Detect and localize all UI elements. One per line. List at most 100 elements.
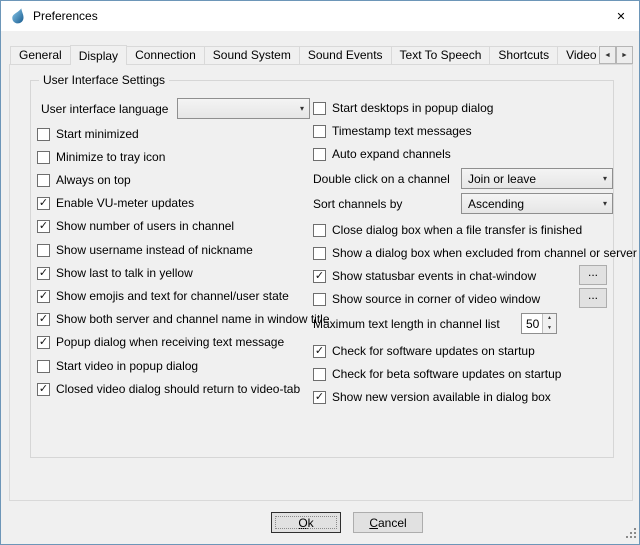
checkbox-box[interactable]: ✓ xyxy=(37,290,50,303)
checkbox-desktops-popup[interactable]: Start desktops in popup dialog xyxy=(313,100,493,116)
max-text-length-spinner[interactable]: 50 ▲ ▼ xyxy=(521,313,557,334)
spin-down-icon[interactable]: ▼ xyxy=(543,324,556,334)
combo-value: Ascending xyxy=(468,197,524,211)
chevron-down-icon: ▾ xyxy=(603,199,607,208)
checkbox-box[interactable] xyxy=(37,174,50,187)
checkbox-show-username[interactable]: Show username instead of nickname xyxy=(37,242,253,258)
resize-grip-icon[interactable] xyxy=(625,527,637,542)
tab-general[interactable]: General xyxy=(10,46,71,65)
ellipsis-icon: ... xyxy=(588,292,598,298)
checkbox-box[interactable]: ✓ xyxy=(313,391,326,404)
video-source-browse-button[interactable]: ... xyxy=(579,288,607,308)
language-select[interactable]: ▾ xyxy=(177,98,310,119)
checkbox-box[interactable] xyxy=(313,247,326,260)
language-label: User interface language xyxy=(41,102,168,116)
checkbox-video-return-tab[interactable]: ✓ Closed video dialog should return to v… xyxy=(37,381,300,397)
tab-sound-events[interactable]: Sound Events xyxy=(299,46,392,65)
max-text-length-label: Maximum text length in channel list xyxy=(313,317,500,331)
checkbox-popup-text-message[interactable]: ✓ Popup dialog when receiving text messa… xyxy=(37,334,284,350)
tab-sound-system[interactable]: Sound System xyxy=(204,46,300,65)
ellipsis-icon: ... xyxy=(588,269,598,275)
checkbox-label: Show number of users in channel xyxy=(56,219,234,233)
tab-display[interactable]: Display xyxy=(70,45,127,65)
checkbox-box[interactable] xyxy=(313,102,326,115)
spinner-buttons: ▲ ▼ xyxy=(542,314,556,333)
checkbox-vu-meter-updates[interactable]: ✓ Enable VU-meter updates xyxy=(37,195,194,211)
tab-text-to-speech[interactable]: Text To Speech xyxy=(391,46,491,65)
checkbox-label: Popup dialog when receiving text message xyxy=(56,335,284,349)
checkbox-box[interactable] xyxy=(37,128,50,141)
group-title: User Interface Settings xyxy=(39,73,169,87)
checkbox-box[interactable]: ✓ xyxy=(37,383,50,396)
checkbox-box[interactable] xyxy=(37,244,50,257)
checkbox-label: Close dialog box when a file transfer is… xyxy=(332,223,582,237)
checkbox-video-popup[interactable]: Start video in popup dialog xyxy=(37,358,198,374)
checkbox-box[interactable]: ✓ xyxy=(313,345,326,358)
checkbox-minimize-to-tray[interactable]: Minimize to tray icon xyxy=(37,149,165,165)
checkbox-label: Check for beta software updates on start… xyxy=(332,367,561,381)
checkbox-last-talk-yellow[interactable]: ✓ Show last to talk in yellow xyxy=(37,265,193,281)
spin-up-icon[interactable]: ▲ xyxy=(543,314,556,324)
checkbox-label: Auto expand channels xyxy=(332,147,451,161)
checkbox-label: Show last to talk in yellow xyxy=(56,266,193,280)
checkbox-box[interactable] xyxy=(313,148,326,161)
tab-video[interactable]: Video xyxy=(557,46,598,65)
double-click-select[interactable]: Join or leave ▾ xyxy=(461,168,613,189)
arrow-right-icon: ► xyxy=(621,52,628,59)
checkbox-box[interactable]: ✓ xyxy=(37,313,50,326)
window-title: Preferences xyxy=(33,9,98,23)
tab-scroll-left-button[interactable]: ◄ xyxy=(599,46,616,64)
checkbox-box[interactable]: ✓ xyxy=(37,267,50,280)
checkbox-box[interactable]: ✓ xyxy=(37,197,50,210)
checkbox-box[interactable] xyxy=(37,151,50,164)
sort-channels-select[interactable]: Ascending ▾ xyxy=(461,193,613,214)
checkbox-auto-expand-channels[interactable]: Auto expand channels xyxy=(313,146,451,162)
tab-shortcuts[interactable]: Shortcuts xyxy=(489,46,558,65)
checkbox-label: Timestamp text messages xyxy=(332,124,472,138)
checkbox-box[interactable] xyxy=(313,368,326,381)
tab-bar: General Display Connection Sound System … xyxy=(10,45,598,65)
close-button[interactable]: ✕ xyxy=(603,1,639,31)
user-interface-settings-group: User Interface Settings User interface l… xyxy=(30,80,614,458)
checkbox-box[interactable] xyxy=(313,125,326,138)
preferences-dialog: Preferences ✕ General Display Connection… xyxy=(0,0,640,545)
checkbox-label: Show source in corner of video window xyxy=(332,292,540,306)
checkbox-check-updates[interactable]: ✓ Check for software updates on startup xyxy=(313,343,535,359)
checkbox-label: Start video in popup dialog xyxy=(56,359,198,373)
checkbox-always-on-top[interactable]: Always on top xyxy=(37,172,131,188)
checkbox-timestamp-messages[interactable]: Timestamp text messages xyxy=(313,123,472,139)
checkbox-box[interactable] xyxy=(37,360,50,373)
checkbox-emojis-text[interactable]: ✓ Show emojis and text for channel/user … xyxy=(37,288,289,304)
statusbar-events-browse-button[interactable]: ... xyxy=(579,265,607,285)
checkbox-label: Closed video dialog should return to vid… xyxy=(56,382,300,396)
titlebar: Preferences ✕ xyxy=(1,1,639,31)
spinner-value: 50 xyxy=(522,314,542,333)
tab-connection[interactable]: Connection xyxy=(126,46,205,65)
checkbox-check-beta-updates[interactable]: Check for beta software updates on start… xyxy=(313,366,561,382)
sort-channels-label: Sort channels by xyxy=(313,197,402,211)
checkbox-box[interactable]: ✓ xyxy=(313,270,326,283)
checkbox-label: Start minimized xyxy=(56,127,139,141)
checkbox-server-channel-title[interactable]: ✓ Show both server and channel name in w… xyxy=(37,311,330,327)
checkbox-statusbar-events[interactable]: ✓ Show statusbar events in chat-window xyxy=(313,268,536,284)
checkbox-label: Show emojis and text for channel/user st… xyxy=(56,289,289,303)
checkbox-box[interactable] xyxy=(313,293,326,306)
checkbox-box[interactable]: ✓ xyxy=(37,336,50,349)
ok-button[interactable]: Ok xyxy=(271,512,341,533)
tab-scroll-right-button[interactable]: ► xyxy=(616,46,633,64)
cancel-button[interactable]: Cancel xyxy=(353,512,423,533)
checkbox-start-minimized[interactable]: Start minimized xyxy=(37,126,139,142)
checkbox-label: Show statusbar events in chat-window xyxy=(332,269,536,283)
checkbox-video-source-corner[interactable]: Show source in corner of video window xyxy=(313,291,540,307)
checkbox-show-user-count[interactable]: ✓ Show number of users in channel xyxy=(37,218,234,234)
checkbox-excluded-dialog[interactable]: Show a dialog box when excluded from cha… xyxy=(313,245,637,261)
checkbox-box[interactable] xyxy=(313,224,326,237)
ok-button-label: Ok xyxy=(298,516,313,530)
double-click-label: Double click on a channel xyxy=(313,172,450,186)
checkbox-box[interactable]: ✓ xyxy=(37,220,50,233)
cancel-button-label: Cancel xyxy=(369,516,406,530)
checkbox-close-on-file-transfer[interactable]: Close dialog box when a file transfer is… xyxy=(313,222,582,238)
checkbox-label: Check for software updates on startup xyxy=(332,344,535,358)
checkbox-new-version-dialog[interactable]: ✓ Show new version available in dialog b… xyxy=(313,389,551,405)
arrow-left-icon: ◄ xyxy=(604,52,611,59)
